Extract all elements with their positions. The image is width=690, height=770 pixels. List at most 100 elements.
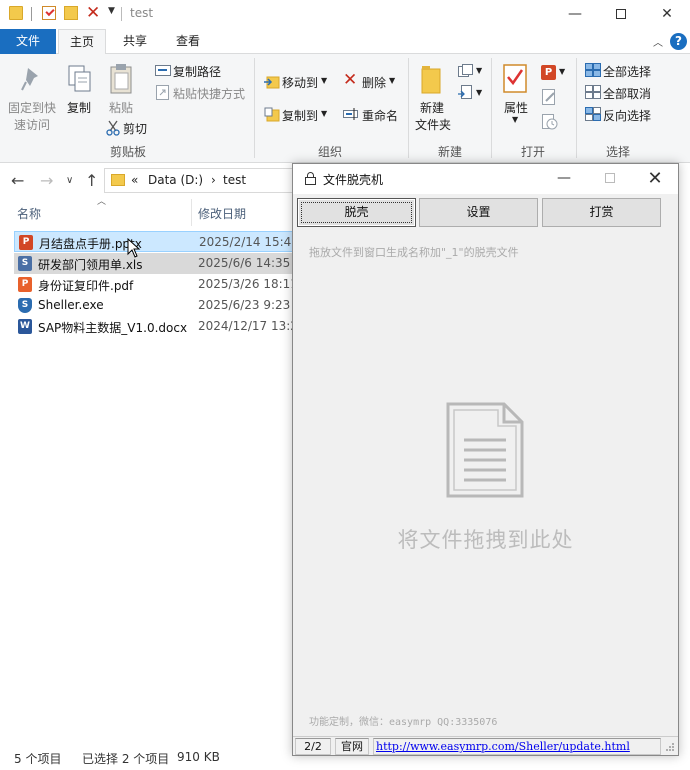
history-icon	[542, 114, 558, 130]
open-group-label: 打开	[520, 145, 545, 159]
properties-chevron-icon: ▼	[512, 115, 519, 124]
pin-label-line1: 固定到快	[8, 101, 57, 115]
ribbon: 固定到快 速访问 复制 粘贴 复制路径 粘贴快捷方式 剪切 剪贴板 移动到 ▼ …	[0, 54, 690, 163]
dialog-maximize-button[interactable]	[587, 164, 633, 194]
maximize-button[interactable]	[598, 0, 644, 29]
column-divider[interactable]	[191, 199, 192, 226]
folder-icon	[9, 6, 23, 20]
paste-shortcut-icon	[156, 85, 169, 100]
minimize-button[interactable]: —	[552, 0, 598, 29]
new-folder-quick-access-icon[interactable]	[64, 6, 78, 20]
explorer-title-bar: ✕ ▼ test — ✕	[0, 0, 690, 29]
file-name: 研发部门领用单.xls	[38, 258, 143, 272]
rename-icon	[343, 108, 358, 120]
expand-ribbon-chevron-icon[interactable]: ︿	[653, 34, 663, 49]
copy-icon	[68, 65, 91, 92]
select-all-label: 全部选择	[603, 65, 652, 79]
powerpoint-file-icon: P	[19, 235, 33, 250]
select-group-label: 选择	[605, 145, 630, 159]
dialog-close-button[interactable]: ✕	[632, 164, 678, 194]
breadcrumb-overflow[interactable]: «	[131, 173, 138, 187]
quick-access-separator	[31, 7, 32, 21]
file-row[interactable]: P 月结盘点手册.pptx 2025/2/14 15:41	[14, 231, 299, 252]
scissors-icon	[106, 120, 120, 136]
breadcrumb-drive[interactable]: Data (D:)	[148, 173, 203, 187]
column-header-date[interactable]: 修改日期	[198, 205, 246, 222]
paste-label: 粘贴	[109, 101, 134, 115]
select-none-label: 全部取消	[603, 87, 652, 101]
breadcrumb-folder[interactable]: test	[223, 173, 246, 187]
file-date: 2025/6/23 9:23	[198, 298, 291, 312]
move-to-chevron-icon: ▼	[321, 76, 328, 85]
shield-exe-icon: S	[18, 298, 32, 313]
tab-view[interactable]: 查看	[166, 29, 210, 54]
mouse-cursor-icon	[127, 238, 141, 258]
tab-file[interactable]: 文件	[0, 29, 56, 54]
up-arrow-icon[interactable]: ↑	[85, 171, 98, 190]
title-separator	[121, 7, 122, 21]
group-divider	[491, 58, 492, 158]
page-indicator: 2/2	[295, 738, 331, 755]
new-folder-label-line2: 文件夹	[415, 118, 452, 132]
tab-share[interactable]: 共享	[112, 29, 158, 54]
tab-settings[interactable]: 设置	[419, 198, 538, 227]
new-folder-label-line1: 新建	[420, 101, 445, 115]
rename-label: 重命名	[362, 109, 399, 123]
resize-grip-icon[interactable]	[665, 742, 675, 752]
new-item-chevron-icon: ▼	[476, 66, 483, 75]
file-row[interactable]: S Sheller.exe 2025/6/23 9:23	[14, 295, 294, 316]
properties-quick-access-icon[interactable]	[42, 6, 56, 20]
tab-unshell[interactable]: 脱壳	[297, 198, 416, 227]
update-link[interactable]: http://www.easymrp.com/Sheller/update.ht…	[373, 738, 661, 755]
copy-path-icon	[155, 65, 171, 76]
open-chevron-icon: ▼	[559, 67, 566, 76]
contact-info: 功能定制，微信：easymrp QQ:3335076	[309, 717, 498, 728]
file-date: 2024/12/17 13:2	[198, 319, 298, 333]
help-icon[interactable]: ?	[670, 33, 687, 50]
new-item-icon	[458, 64, 473, 77]
invert-selection-icon	[585, 107, 601, 121]
open-with-powerpoint-icon: P	[541, 65, 556, 80]
delete-quick-access-icon[interactable]: ✕	[86, 3, 100, 23]
column-header-name[interactable]: 名称	[17, 205, 41, 222]
dialog-title-bar: 文件脱壳机 — ✕	[293, 164, 678, 194]
edit-icon	[542, 89, 555, 105]
paste-icon	[110, 64, 132, 94]
delete-icon: ✕	[343, 70, 358, 90]
file-date: 2025/3/26 18:11	[198, 277, 298, 291]
invert-selection-label: 反向选择	[603, 109, 652, 123]
tab-home[interactable]: 主页	[58, 29, 106, 55]
close-button[interactable]: ✕	[644, 0, 690, 29]
drop-zone-label[interactable]: 将文件拖拽到此处	[293, 524, 678, 554]
official-site-label[interactable]: 官网	[335, 738, 369, 755]
easy-access-icon	[458, 85, 472, 99]
file-date: 2025/6/6 14:35	[198, 256, 291, 270]
move-to-label: 移动到	[282, 76, 319, 90]
recent-locations-chevron-icon[interactable]: ∨	[66, 175, 73, 186]
easy-access-chevron-icon: ▼	[476, 88, 483, 97]
dialog-status-bar: 2/2 官网 http://www.easymrp.com/Sheller/up…	[293, 736, 678, 755]
file-row[interactable]: W SAP物料主数据_V1.0.docx 2024/12/17 13:2	[14, 316, 298, 337]
dialog-title: 文件脱壳机	[323, 173, 384, 187]
sort-caret-icon: ︿	[97, 197, 107, 207]
forward-arrow-icon[interactable]: →	[40, 171, 53, 190]
group-divider	[576, 58, 577, 158]
word-file-icon: W	[18, 319, 32, 334]
item-count: 5 个项目	[14, 752, 62, 766]
dialog-minimize-button[interactable]: —	[541, 164, 587, 194]
selection-size: 910 KB	[177, 750, 220, 764]
group-divider	[408, 58, 409, 158]
address-bar[interactable]: « Data (D:) › test	[104, 168, 304, 193]
file-row[interactable]: P 身份证复印件.pdf 2025/3/26 18:11	[14, 274, 298, 295]
customize-quick-access-chevron-icon[interactable]: ▼	[108, 6, 115, 22]
back-arrow-icon[interactable]: ←	[11, 171, 24, 190]
spreadsheet-file-icon: S	[18, 256, 32, 271]
select-all-icon	[585, 63, 601, 77]
copy-label: 复制	[67, 101, 92, 115]
window-title: test	[130, 6, 154, 20]
paste-shortcut-label: 粘贴快捷方式	[173, 87, 246, 101]
tab-donate[interactable]: 打赏	[542, 198, 661, 227]
copy-path-label: 复制路径	[173, 65, 222, 79]
breadcrumb-separator[interactable]: ›	[211, 173, 216, 187]
file-row[interactable]: S 研发部门领用单.xls 2025/6/6 14:35	[14, 253, 294, 274]
